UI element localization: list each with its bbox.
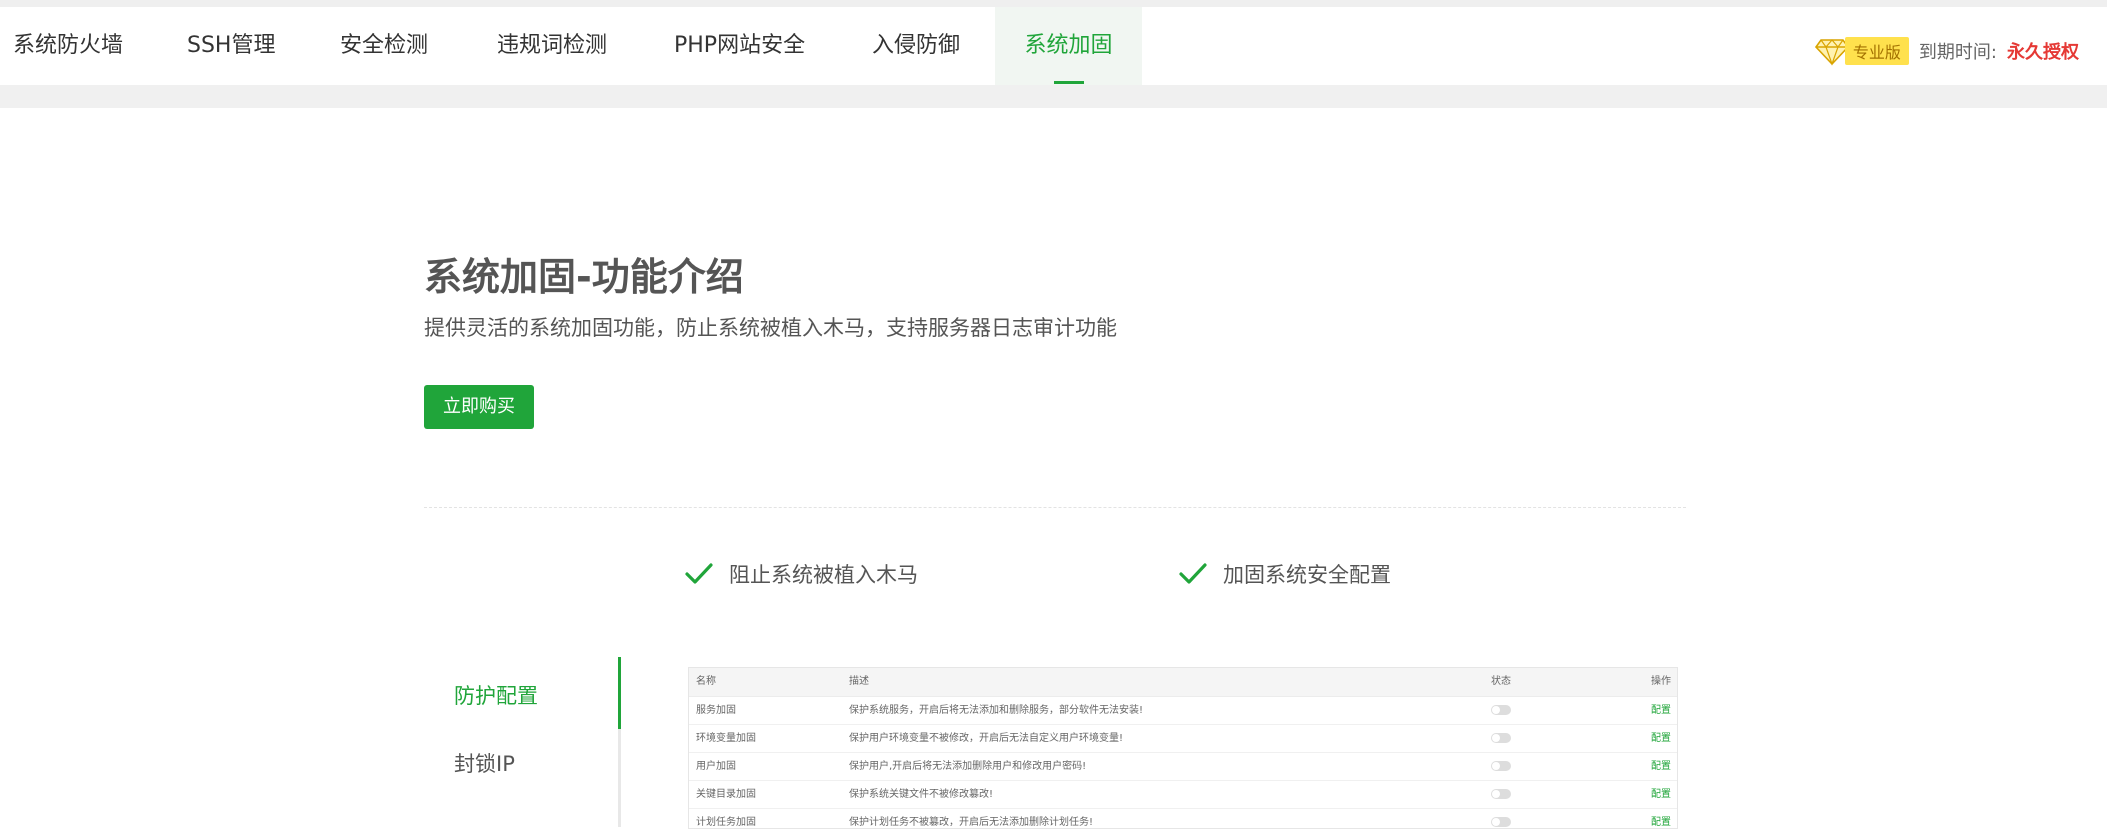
nav-divider (0, 85, 2107, 108)
status-toggle (1491, 817, 1511, 827)
row-description: 保护系统服务，开启后将无法添加和删除服务，部分软件无法安装! (849, 705, 1144, 716)
tab-label: 安全检测 (340, 33, 429, 58)
expire-label: 到期时间: (1918, 42, 1997, 63)
diamond-icon (1814, 39, 1849, 66)
row-description: 保护用户环境变量不被修改，开启后无法自定义用户环境变量! (849, 733, 1124, 744)
tab-label: 违规词检测 (497, 33, 608, 58)
tab-label: 系统防火墙 (13, 33, 124, 58)
header-name: 名称 (696, 676, 716, 687)
pro-badge[interactable]: 专业版 (1844, 37, 1909, 65)
feature-label: 加固系统安全配置 (1223, 563, 1391, 587)
row-config-link: 配置 (1651, 817, 1671, 828)
row-config-link: 配置 (1651, 705, 1671, 716)
top-strip (0, 0, 2107, 7)
tab-security-scan[interactable]: 安全检测 (340, 7, 428, 85)
status-toggle (1491, 705, 1511, 715)
tab-php-site-security[interactable]: PHP网站安全 (674, 7, 805, 85)
row-config-link: 配置 (1651, 761, 1671, 772)
tab-illegal-words[interactable]: 违规词检测 (497, 7, 607, 85)
row-description: 保护用户,开启后将无法添加删除用户和修改用户密码! (849, 761, 1087, 772)
buy-now-button[interactable]: 立即购买 (424, 385, 534, 429)
status-toggle (1491, 789, 1511, 799)
row-name: 用户加固 (696, 761, 736, 772)
row-config-link: 配置 (1651, 789, 1671, 800)
active-menu-indicator (618, 657, 621, 729)
check-icon (685, 563, 713, 584)
table-row: 计划任务加固 保护计划任务不被篡改，开启后无法添加删除计划任务! 配置 (689, 809, 1677, 828)
tab-system-hardening[interactable]: 系统加固 (995, 7, 1142, 85)
row-name: 服务加固 (696, 705, 736, 716)
side-menu-item-block-ip[interactable]: 封锁IP (454, 748, 515, 778)
side-menu-item-protection-config[interactable]: 防护配置 (454, 680, 538, 710)
table-row: 服务加固 保护系统服务，开启后将无法添加和删除服务，部分软件无法安装! 配置 (689, 697, 1677, 725)
active-tab-indicator (1053, 81, 1084, 84)
row-description: 保护系统关键文件不被修改篡改! (849, 789, 994, 800)
expire-value: 永久授权 (2007, 42, 2079, 63)
status-toggle (1491, 761, 1511, 771)
tab-ssh-management[interactable]: SSH管理 (187, 7, 275, 85)
row-name: 环境变量加固 (696, 733, 756, 744)
license-info: 专业版 到期时间: 永久授权 (1814, 35, 2079, 67)
feature-item: 阻止系统被植入木马 (685, 556, 918, 592)
row-name: 关键目录加固 (696, 789, 756, 800)
dashed-divider (424, 507, 1686, 508)
top-nav: 系统防火墙 SSH管理 安全检测 违规词检测 PHP网站安全 入侵防御 系统加固… (0, 7, 2107, 85)
preview-table-header: 名称 描述 状态 操作 (689, 668, 1677, 697)
tab-label: 系统加固 (1024, 33, 1113, 58)
feature-label: 阻止系统被植入木马 (729, 563, 918, 587)
header-status: 状态 (1491, 676, 1511, 687)
status-toggle (1491, 733, 1511, 743)
row-config-link: 配置 (1651, 733, 1671, 744)
tab-system-firewall[interactable]: 系统防火墙 (13, 7, 123, 85)
page-description: 提供灵活的系统加固功能，防止系统被植入木马，支持服务器日志审计功能 (424, 316, 1117, 340)
table-row: 用户加固 保护用户,开启后将无法添加删除用户和修改用户密码! 配置 (689, 753, 1677, 781)
header-action: 操作 (1651, 676, 1671, 687)
table-row: 关键目录加固 保护系统关键文件不被修改篡改! 配置 (689, 781, 1677, 809)
feature-side-menu: 防护配置 封锁IP (424, 657, 621, 827)
table-row: 环境变量加固 保护用户环境变量不被修改，开启后无法自定义用户环境变量! 配置 (689, 725, 1677, 753)
header-description: 描述 (849, 676, 869, 687)
row-description: 保护计划任务不被篡改，开启后无法添加删除计划任务! (849, 817, 1094, 828)
tab-label: 入侵防御 (872, 33, 961, 58)
feature-item: 加固系统安全配置 (1179, 556, 1391, 592)
tab-intrusion-defense[interactable]: 入侵防御 (872, 7, 960, 85)
check-icon (1179, 563, 1207, 584)
feature-preview-screenshot: 名称 描述 状态 操作 服务加固 保护系统服务，开启后将无法添加和删除服务，部分… (688, 667, 1678, 829)
row-name: 计划任务加固 (696, 817, 756, 828)
tab-label: PHP网站安全 (674, 33, 806, 58)
page-title: 系统加固-功能介绍 (424, 255, 744, 299)
tab-label: SSH管理 (187, 33, 276, 58)
